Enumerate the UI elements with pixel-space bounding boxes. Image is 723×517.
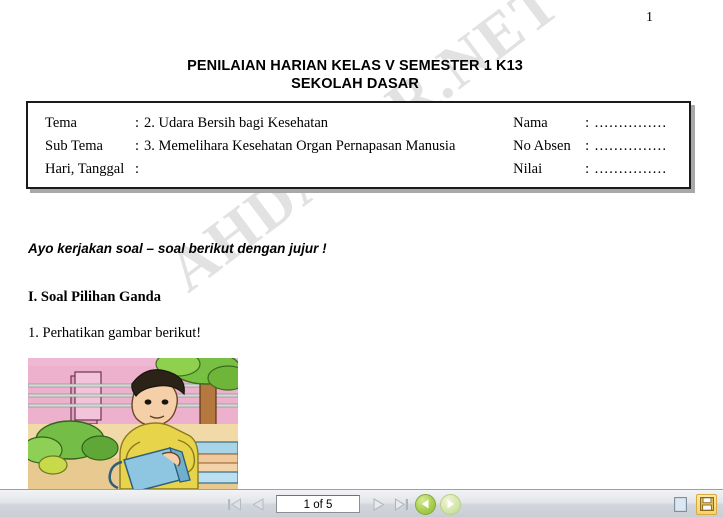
save-icon[interactable] xyxy=(696,493,717,515)
identity-separator: : xyxy=(135,161,140,177)
identity-separator: : xyxy=(585,115,590,131)
page-number-input[interactable]: 1 of 5 xyxy=(276,495,360,513)
identity-value: 2. Udara Bersih bagi Kesehatan xyxy=(144,115,329,131)
history-back-icon[interactable] xyxy=(415,493,436,515)
identity-row-no-absen: No Absen : …………… xyxy=(513,135,689,158)
page-title: PENILAIAN HARIAN KELAS V SEMESTER 1 K13 … xyxy=(0,57,710,93)
identity-row-nama: Nama : …………… xyxy=(513,112,689,135)
identity-separator: : xyxy=(585,138,590,154)
toolbar-right-group xyxy=(670,490,717,517)
pdf-viewer: AHDASAR.NET 1 PENILAIAN HARIAN KELAS V S… xyxy=(0,0,723,517)
identity-row-tema: Tema : 2. Udara Bersih bagi Kesehatan xyxy=(45,112,505,135)
identity-separator: : xyxy=(135,115,140,131)
first-page-icon[interactable] xyxy=(225,495,244,514)
identity-label: Hari, Tanggal xyxy=(45,161,125,177)
previous-page-icon[interactable] xyxy=(248,495,267,514)
page-navigation-group: 1 of 5 xyxy=(225,490,461,517)
identity-right-column: Nama : …………… No Absen : …………… Nilai : ……… xyxy=(505,112,689,187)
identity-row-sub-tema: Sub Tema : 3. Memelihara Kesehatan Organ… xyxy=(45,135,505,158)
question-1-text: 1. Perhatikan gambar berikut! xyxy=(28,325,202,341)
next-page-icon[interactable] xyxy=(369,495,388,514)
identity-label: Nilai xyxy=(513,161,543,177)
page-number-label: 1 xyxy=(646,10,653,25)
identity-table: Tema : 2. Udara Bersih bagi Kesehatan Su… xyxy=(26,101,691,189)
identity-label: Tema xyxy=(45,115,77,131)
pdf-toolbar: 1 of 5 xyxy=(0,489,723,517)
history-forward-icon[interactable] xyxy=(440,493,461,515)
identity-value: 3. Memelihara Kesehatan Organ Pernapasan… xyxy=(144,138,456,154)
identity-label: No Absen xyxy=(513,138,571,154)
instruction-text: Ayo kerjakan soal – soal berikut dengan … xyxy=(28,241,327,256)
identity-separator: : xyxy=(585,161,590,177)
question-illustration xyxy=(28,358,238,489)
identity-value: …………… xyxy=(594,115,667,131)
title-line-2: SEKOLAH DASAR xyxy=(291,76,419,92)
identity-left-column: Tema : 2. Udara Bersih bagi Kesehatan Su… xyxy=(28,112,505,187)
last-page-icon[interactable] xyxy=(392,495,411,514)
identity-value: …………… xyxy=(594,161,667,177)
identity-label: Nama xyxy=(513,115,548,131)
document-page: AHDASAR.NET 1 PENILAIAN HARIAN KELAS V S… xyxy=(0,0,723,489)
identity-value: …………… xyxy=(594,138,667,154)
identity-separator: : xyxy=(135,138,140,154)
single-page-view-icon[interactable] xyxy=(670,494,691,515)
identity-value xyxy=(144,158,505,181)
title-line-1: PENILAIAN HARIAN KELAS V SEMESTER 1 K13 xyxy=(187,58,523,74)
identity-row-hari-tanggal: Hari, Tanggal : xyxy=(45,158,505,181)
identity-row-nilai: Nilai : …………… xyxy=(513,158,689,181)
section-heading: I. Soal Pilihan Ganda xyxy=(28,289,161,305)
identity-label: Sub Tema xyxy=(45,138,103,154)
